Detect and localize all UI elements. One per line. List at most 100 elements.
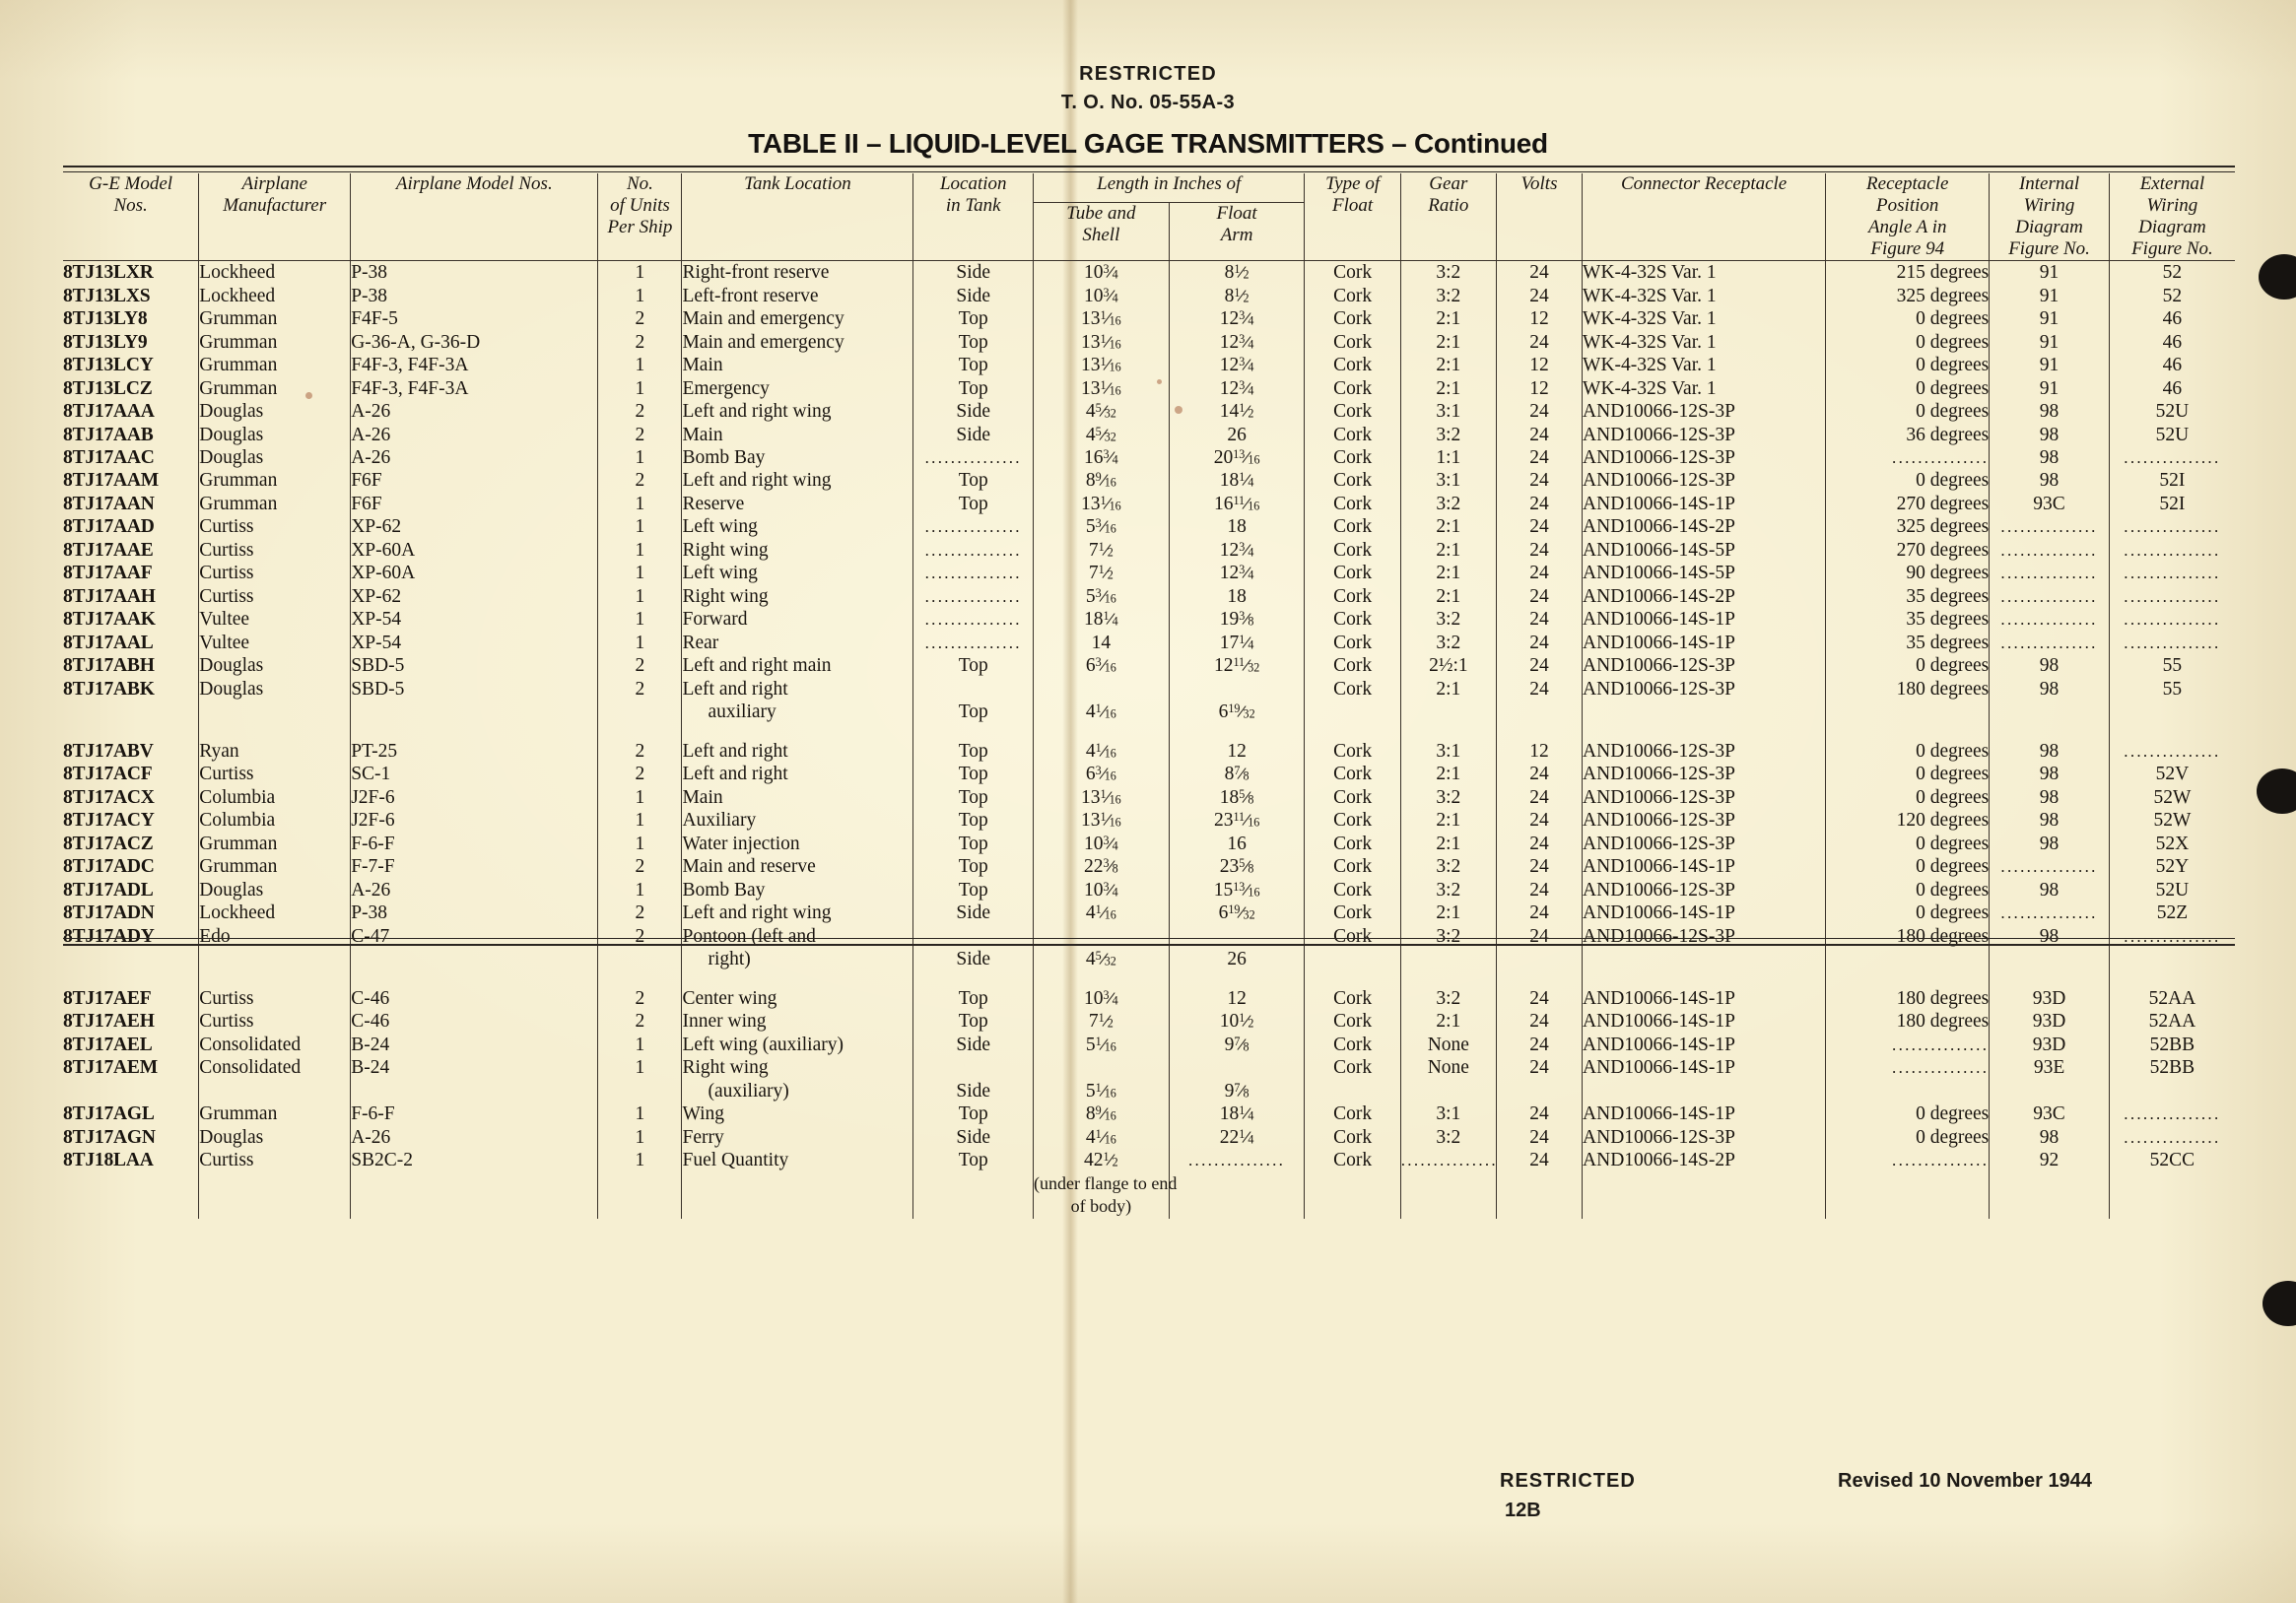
col-header-external-wiring: External Wiring Diagram Figure No. [2108,173,2235,262]
table-row: 8TJ13LY9 Grumman G-36-A, G-36-D 2 Main and e… [63,330,2235,355]
spacer-cell [63,724,199,740]
col-header-gear-ratio: Gear Ratio [1399,173,1497,262]
cell-float-arm: 221/4 [1168,1125,1305,1150]
cell-type-of-float: Cork [1304,584,1401,609]
cell-location-in-tank: Top [912,376,1034,401]
cell-external-wiring: 52BB [2108,1033,2235,1057]
cell-internal-wiring: 91 [1989,260,2110,285]
cell-manufacturer: Edo [198,924,351,971]
cell-gear-ratio: 2:1 [1399,584,1497,609]
cell-gear-ratio: 3:2 [1399,878,1497,902]
cell-volts: 24 [1495,631,1583,655]
cell-ge-model: 8TJ17AGL [63,1103,155,1125]
cell-ge-model: 8TJ17AAB [63,424,154,445]
cell-type-of-float: Cork [1304,986,1401,1011]
table-row: 8TJ17ABV Ryan PT-25 2 Left and right Top 41/16… [63,739,2235,764]
cell-volts: 24 [1495,260,1583,285]
cell-type-of-float: Cork [1304,446,1401,470]
cell-volts: 24 [1495,1033,1583,1057]
cell-ge-model: 8TJ17AAM [63,470,159,492]
cell-type-of-float: Cork [1304,400,1401,424]
cell-connector-receptacle: WK-4-32S Var. 1 [1582,307,1826,331]
cell-gear-ratio: 3:2 [1399,631,1497,655]
col-header-length-group: Length in Inches of [1032,173,1305,204]
cell-connector-receptacle: AND10066-12S-3P [1582,400,1826,424]
cell-manufacturer: Consolidated [198,1056,351,1103]
cell-units-per-ship: 2 [597,986,682,1011]
cell-connector-receptacle: AND10066-12S-3P [1582,878,1826,902]
cell-airplane-models: C-46 [350,986,598,1011]
cell-units-per-ship: 1 [597,1125,682,1150]
cell-manufacturer: Douglas [198,677,351,724]
cell-volts: 24 [1495,562,1583,585]
cell-external-wiring: 52I [2108,469,2235,493]
table-row: 8TJ17ABK Douglas SBD-5 2 Left and right auxil… [63,677,2235,724]
cell-gear-ratio: 2:1 [1399,902,1497,925]
cell-manufacturer: Grumman [198,469,351,493]
cell-connector-receptacle: AND10066-14S-1P [1582,492,1826,516]
cell-external-wiring: 52U [2108,423,2235,446]
cell-location-in-tank: Top [912,878,1034,902]
cell-units-per-ship: 2 [597,855,682,879]
cell-manufacturer: Ryan [198,739,351,764]
cell-float-arm: 101/2 [1168,1010,1305,1034]
cell-manufacturer: Lockheed [198,902,351,925]
cell-connector-receptacle: AND10066-14S-1P [1582,1033,1826,1057]
cell-gear-ratio: 2:1 [1399,307,1497,331]
table-row: 8TJ17AAF Curtiss XP-60A 1 Left wing.........… [63,562,2235,585]
cell-float-arm: 26 [1168,924,1305,971]
cell-float-arm: 181/4 [1168,469,1305,493]
cell-airplane-models: XP-62 [350,584,598,609]
cell-external-wiring: 46 [2108,354,2235,377]
col-header-connector-receptacle: Connector Receptacle [1582,173,1826,262]
cell-gear-ratio: 3:2 [1399,1125,1497,1150]
cell-tube-and-shell: 41/16 [1032,1125,1170,1150]
table-row: 8TJ17AGL Grumman F-6-F 1 Wing Top 89/16 181/4 Co… [63,1102,2235,1126]
cell-tube-and-shell: 53/16 [1032,584,1170,609]
col-header-float-arm: Float Arm [1168,202,1305,262]
cell-ge-model: 8TJ13LXS [63,285,151,306]
cell-gear-ratio: None [1399,1033,1497,1057]
cell-internal-wiring: 98 [1989,1125,2110,1150]
cell-ge-model: 8TJ17AAD [63,516,155,538]
col-header-receptacle-position: Receptacle Position Angle A in Figure 94 [1825,173,1990,262]
cell-type-of-float: Cork [1304,330,1401,355]
cell-gear-ratio: 3:2 [1399,608,1497,632]
cell-internal-wiring: ............... [1989,584,2110,609]
cell-connector-receptacle: WK-4-32S Var. 1 [1582,376,1826,401]
cell-type-of-float: Cork [1304,354,1401,377]
cell-units-per-ship: 2 [597,307,682,331]
col-header-units-per-ship: No. of Units Per Ship [597,173,682,262]
table-row: 8TJ17AEH Curtiss C-46 2 Inner wing Top 71/2 101… [63,1010,2235,1034]
cell-type-of-float: Cork [1304,809,1401,833]
col-header-internal-wiring: Internal Wiring Diagram Figure No. [1989,173,2110,262]
cell-gear-ratio: 2:1 [1399,763,1497,786]
cell-tube-and-shell: 51/16 [1032,1033,1170,1057]
cell-type-of-float: Cork [1304,307,1401,331]
cell-tube-and-shell: 421/2 (under flange to end of body) [1032,1149,1177,1219]
cell-tank-location: Main [681,785,913,810]
cell-ge-model: 8TJ17ABV [63,740,154,762]
cell-type-of-float: Cork [1304,878,1401,902]
cell-units-per-ship: 2 [597,677,682,724]
liquid-level-gage-transmitters-table: G-E Model Nos. Airplane Manufacturer Air… [63,173,2235,1219]
cell-tube-and-shell: 14 [1032,631,1170,655]
cell-connector-receptacle: AND10066-12S-3P [1582,763,1826,786]
cell-tank-location: Ferry [681,1125,913,1150]
cell-float-arm: 123/4 [1168,562,1305,585]
cell-ge-model: 8TJ17AAA [63,401,155,423]
cell-external-wiring: ............... [2108,538,2235,563]
cell-airplane-models: SC-1 [350,763,598,786]
cell-tube-and-shell: 71/2 [1032,538,1170,563]
cell-volts: 24 [1495,785,1583,810]
cell-internal-wiring: 91 [1989,376,2110,401]
cell-location-in-tank: ............... [912,515,1034,539]
cell-tank-location: Left wing [681,515,913,539]
cell-connector-receptacle: AND10066-12S-3P [1582,832,1826,856]
cell-receptacle-position: ............... [1825,446,1990,470]
cell-manufacturer: Lockheed [198,260,351,285]
cell-gear-ratio: 3:2 [1399,785,1497,810]
col-header-ge-model: G-E Model Nos. [63,173,199,262]
table-row: 8TJ13LCZ Grumman F4F-3, F4F-3A 1 Emergency To… [63,376,2235,401]
cell-location-in-tank: Side [912,1056,1034,1103]
